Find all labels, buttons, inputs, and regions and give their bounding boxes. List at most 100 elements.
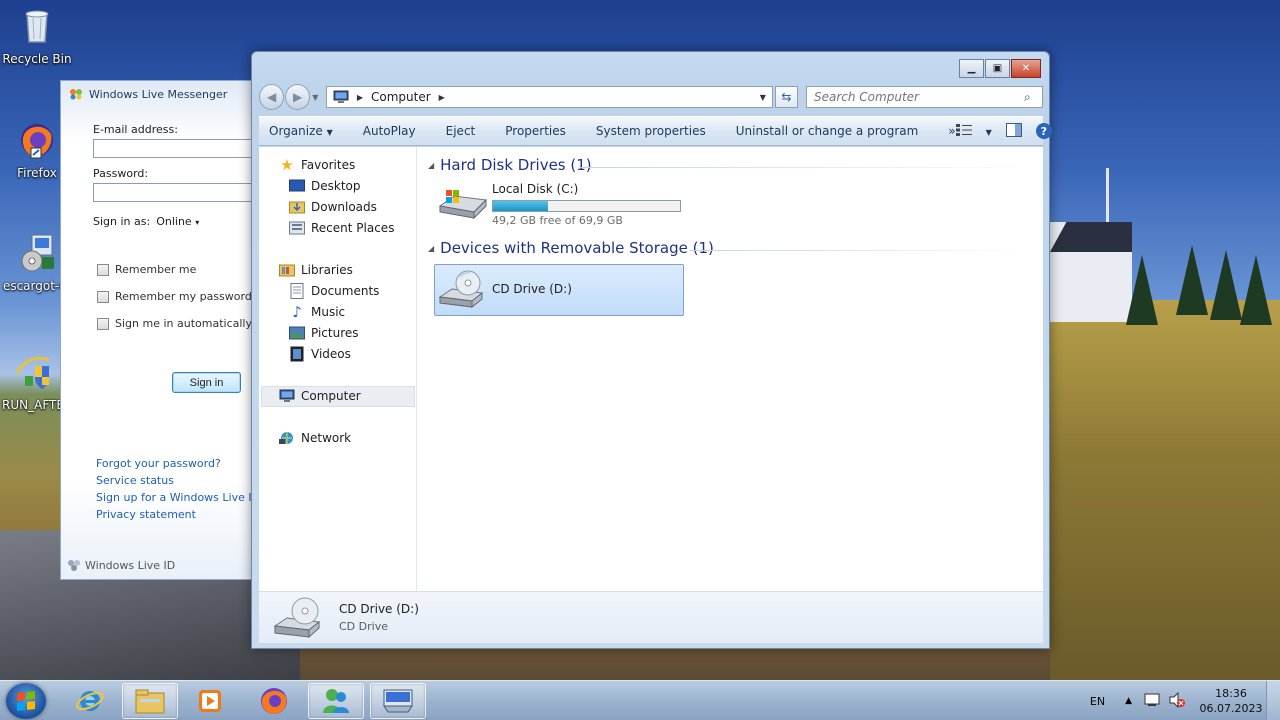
desktop-icon-recycle-bin[interactable]: Recycle Bin <box>1 6 73 66</box>
minimize-button[interactable]: ▁ <box>959 59 984 78</box>
refresh-button[interactable]: ⇆ <box>774 86 798 108</box>
change-view-button[interactable] <box>955 123 972 139</box>
media-player-icon <box>199 690 221 712</box>
details-item-name: CD Drive (D:) <box>339 602 419 616</box>
nav-label: Desktop <box>311 179 361 193</box>
start-button[interactable] <box>6 683 46 719</box>
group-title: Devices with Removable Storage (1) <box>440 239 714 257</box>
documents-icon <box>289 283 305 299</box>
drive-local-disk-c[interactable]: Local Disk (C:) 49,2 GB free of 69,9 GB <box>438 182 681 227</box>
explorer-body: ★ Favorites Desktop Downloads Recent Pla… <box>259 147 1043 591</box>
collapse-triangle-icon[interactable]: ◢ <box>428 244 434 253</box>
checkbox-box[interactable] <box>97 263 109 276</box>
more-commands-button[interactable]: » <box>948 124 955 138</box>
help-icon[interactable]: ? <box>1035 123 1052 139</box>
uninstall-program-button[interactable]: Uninstall or change a program <box>736 124 919 138</box>
address-bar[interactable]: ▶ Computer ▶ ▼ <box>325 86 773 108</box>
desktop-icon-label: Recycle Bin <box>2 52 72 66</box>
taskbar-windows-explorer[interactable] <box>122 683 178 719</box>
group-title: Hard Disk Drives (1) <box>440 156 592 174</box>
messenger-butterfly-icon <box>70 89 82 100</box>
windows-logo-icon <box>17 691 35 711</box>
nav-item-documents[interactable]: Documents <box>289 283 379 299</box>
autoplay-button[interactable]: AutoPlay <box>363 124 416 138</box>
desktop-icon-run-after[interactable]: RUN_AFTE <box>0 352 69 412</box>
remember-me-checkbox[interactable]: Remember me <box>97 263 196 276</box>
close-icon: ✕ <box>1021 63 1031 74</box>
volume-muted-icon[interactable] <box>1168 691 1186 711</box>
nav-item-recent-places[interactable]: Recent Places <box>289 220 394 236</box>
email-field[interactable] <box>93 139 253 158</box>
show-hidden-icons-button[interactable]: ▲ <box>1125 696 1132 706</box>
show-desktop-button[interactable] <box>1266 681 1280 720</box>
language-indicator[interactable]: EN <box>1090 695 1105 708</box>
taskbar-internet-explorer[interactable] <box>62 683 118 719</box>
desktop-icon-label: RUN_AFTE <box>2 398 64 412</box>
nav-item-computer[interactable]: Computer <box>279 388 361 404</box>
service-status-link[interactable]: Service status <box>96 474 174 487</box>
action-center-icon[interactable] <box>1144 693 1160 710</box>
back-button[interactable]: ◀ <box>259 84 285 110</box>
explorer-window[interactable]: ▁ ▣ ✕ ◀ ▶ ▼ ▶ Computer ▶ ▼ ⇆ ⌕ Organize … <box>251 51 1052 649</box>
nav-item-libraries[interactable]: Libraries <box>279 262 353 278</box>
maximize-button[interactable]: ▣ <box>985 59 1010 78</box>
checkbox-box[interactable] <box>97 290 109 303</box>
nav-item-videos[interactable]: Videos <box>289 346 351 362</box>
view-options-dropdown[interactable]: ▼ <box>986 124 992 138</box>
sign-in-automatically-checkbox[interactable]: Sign me in automatically <box>97 317 252 330</box>
nav-item-pictures[interactable]: Pictures <box>289 325 359 341</box>
clock-time: 18:36 <box>1215 687 1247 700</box>
forgot-password-link[interactable]: Forgot your password? <box>96 457 221 470</box>
drive-cd-drive-d[interactable]: CD Drive (D:) <box>438 269 572 309</box>
sign-in-button[interactable]: Sign in <box>172 372 241 393</box>
search-box[interactable]: ⌕ <box>806 86 1043 108</box>
messenger-window[interactable]: Windows Live Messenger E-mail address: P… <box>60 80 260 580</box>
breadcrumb-separator-icon[interactable]: ▶ <box>439 93 445 102</box>
close-button[interactable]: ✕ <box>1011 59 1041 78</box>
downloads-folder-icon <box>289 199 305 215</box>
star-icon: ★ <box>280 156 294 174</box>
collapse-triangle-icon[interactable]: ◢ <box>428 161 434 170</box>
details-text: CD Drive (D:) CD Drive <box>339 602 419 633</box>
refresh-icon: ⇆ <box>781 90 792 104</box>
checkbox-box[interactable] <box>97 317 109 330</box>
taskbar-firefox[interactable] <box>246 683 302 719</box>
system-properties-button[interactable]: System properties <box>596 124 706 138</box>
organize-menu[interactable]: Organize ▼ <box>269 124 333 138</box>
sign-up-link[interactable]: Sign up for a Windows Live ID <box>96 491 260 504</box>
preview-pane-button[interactable] <box>1005 122 1022 140</box>
capacity-bar-fill <box>493 201 549 211</box>
messenger-title-bar[interactable]: Windows Live Messenger <box>69 87 227 101</box>
address-history-dropdown[interactable]: ▼ <box>754 93 772 102</box>
eject-button[interactable]: Eject <box>446 124 476 138</box>
status-dropdown[interactable]: Online ▾ <box>156 215 199 228</box>
nav-item-music[interactable]: ♪ Music <box>289 303 345 321</box>
nav-item-desktop[interactable]: Desktop <box>289 178 361 194</box>
taskbar-media-player[interactable] <box>182 683 238 719</box>
recent-pages-dropdown[interactable]: ▼ <box>312 93 322 102</box>
nav-item-downloads[interactable]: Downloads <box>289 199 377 215</box>
breadcrumb-separator-icon[interactable]: ▶ <box>357 93 363 102</box>
minimize-icon: ▁ <box>967 63 976 74</box>
password-field[interactable] <box>93 183 253 202</box>
taskbar-on-screen-keyboard[interactable] <box>370 683 426 719</box>
group-header-hard-disks[interactable]: ◢ Hard Disk Drives (1) <box>428 156 592 174</box>
music-note-icon: ♪ <box>292 303 302 321</box>
search-input[interactable] <box>814 90 1024 104</box>
nav-item-network[interactable]: Network <box>279 430 351 446</box>
wallpaper-tree <box>1240 255 1272 325</box>
drive-name: CD Drive (D:) <box>492 282 572 296</box>
search-icon[interactable]: ⌕ <box>1024 90 1042 105</box>
taskbar: EN ▲ 18:36 06.07.2023 <box>0 680 1280 720</box>
nav-item-favorites[interactable]: ★ Favorites <box>279 156 355 174</box>
properties-button[interactable]: Properties <box>505 124 566 138</box>
forward-button[interactable]: ▶ <box>285 84 311 110</box>
clock[interactable]: 18:36 06.07.2023 <box>1196 686 1266 716</box>
taskbar-messenger[interactable] <box>308 683 364 719</box>
nav-label: Libraries <box>301 263 353 277</box>
breadcrumb-computer[interactable]: Computer <box>371 90 431 104</box>
windows-live-id-footer: Windows Live ID <box>67 558 175 572</box>
group-header-removable-storage[interactable]: ◢ Devices with Removable Storage (1) <box>428 239 714 257</box>
privacy-statement-link[interactable]: Privacy statement <box>96 508 196 521</box>
remember-password-checkbox[interactable]: Remember my password <box>97 290 252 303</box>
